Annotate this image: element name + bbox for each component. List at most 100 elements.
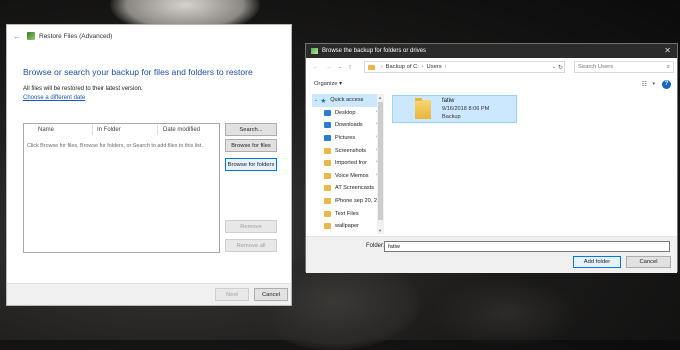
backup-app-icon [27, 32, 35, 40]
folder-content-pane: fatiw 9/16/2018 8:06 PM Backup [388, 94, 673, 234]
nav-item-desktop[interactable]: Desktop ✎ [312, 107, 382, 120]
browse-folders-button[interactable]: Browse for folders [225, 158, 277, 171]
nav-item-label: Desktop [335, 109, 356, 116]
nav-item-voice-memos[interactable]: Voice Memos ✎ [312, 170, 382, 183]
folder-item-fatiw[interactable]: fatiw 9/16/2018 8:06 PM Backup [392, 95, 517, 123]
scroll-up-icon[interactable]: ▲ [378, 95, 382, 100]
browse-titlebar: Browse the backup for folders or drives … [306, 44, 677, 58]
search-placeholder: Search Users [578, 64, 614, 70]
browse-files-button[interactable]: Browse for files [225, 139, 277, 152]
column-header-name[interactable]: Name [38, 127, 54, 133]
nav-item-label: Quick access [330, 97, 364, 104]
back-arrow-icon[interactable]: ← [13, 32, 21, 41]
search-button[interactable]: Search... [225, 123, 277, 136]
chevron-right-icon[interactable]: › [445, 64, 447, 70]
folder-type: Backup [442, 114, 461, 120]
folder-name: fatiw [442, 98, 455, 104]
close-icon[interactable]: ✕ [664, 46, 671, 55]
organize-menu[interactable]: Organize ▾ [314, 81, 342, 87]
restore-cancel-button[interactable]: Cancel [254, 288, 288, 301]
nav-item-iphone[interactable]: iPhone sep 20, 2( [312, 195, 382, 208]
folder-field[interactable]: fatiw [384, 241, 670, 252]
nav-item-label: wallpaper [335, 223, 359, 230]
column-header-in-folder[interactable]: In Folder [97, 127, 121, 133]
back-icon[interactable]: ← [312, 64, 319, 71]
column-divider [92, 125, 93, 135]
chevron-right-icon[interactable]: › [422, 64, 424, 70]
chevron-down-icon[interactable]: ⌄ [552, 64, 556, 70]
folder-field-label: Folder: [366, 243, 385, 249]
remove-all-button[interactable]: Remove all [225, 239, 277, 252]
nav-item-label: Voice Memos [335, 172, 369, 179]
folder-icon [324, 198, 331, 205]
nav-item-quick-access[interactable]: ⌄ ★ Quick access [312, 94, 382, 107]
breadcrumb-users[interactable]: Users [427, 64, 442, 70]
folder-icon [324, 160, 331, 167]
restore-titlebar: ← Restore Files (Advanced) [7, 25, 291, 47]
nav-item-screenshots[interactable]: Screenshots ✎ [312, 144, 382, 157]
restore-files-window: ← Restore Files (Advanced) Browse or sea… [6, 24, 292, 306]
nav-item-pictures[interactable]: Pictures ✎ [312, 132, 382, 145]
restore-footer: Next Cancel [7, 283, 291, 305]
folder-icon [324, 172, 331, 179]
restore-window-title: Restore Files (Advanced) [39, 32, 113, 40]
nav-item-text-files[interactable]: Text Files [312, 207, 382, 220]
view-options-icon[interactable]: ☷ [642, 81, 647, 88]
chevron-down-icon[interactable]: ⌄ [314, 97, 318, 103]
remove-button[interactable]: Remove [225, 220, 277, 233]
pictures-icon [324, 135, 331, 142]
search-input[interactable]: Search Users ⌕ [574, 61, 674, 73]
column-header-date-modified[interactable]: Date modified [163, 127, 200, 133]
restore-subtitle: All files will be restored to their late… [23, 86, 143, 92]
nav-item-downloads[interactable]: Downloads ✎ [312, 119, 382, 132]
next-button[interactable]: Next [215, 288, 249, 301]
nav-item-label: Downloads [335, 122, 363, 129]
nav-item-label: Imported fror [335, 160, 368, 167]
navigation-bar: ← → ⌄ ↑ › Backup of C: › Users › ⌄ ↻ Sea… [306, 58, 677, 76]
nav-item-label: Screenshots [335, 147, 367, 154]
breadcrumb-backup[interactable]: Backup of C: [386, 64, 419, 70]
browse-dialog-title: Browse the backup for folders or drives [322, 48, 427, 54]
nav-item-imported[interactable]: Imported fror ✎ [312, 157, 382, 170]
choose-date-link[interactable]: Choose a different date [23, 95, 85, 101]
folder-icon [324, 185, 331, 192]
refresh-icon[interactable]: ↻ [558, 64, 563, 71]
nav-item-label: Pictures [335, 135, 356, 142]
downloads-icon [324, 122, 331, 129]
navigation-scrollbar[interactable]: ▲ ▼ [377, 94, 384, 234]
scrollbar-thumb[interactable] [378, 102, 383, 220]
scroll-down-icon[interactable]: ▼ [378, 228, 382, 233]
star-icon: ★ [320, 98, 327, 106]
nav-item-wallpaper[interactable]: wallpaper [312, 220, 382, 233]
chevron-down-icon[interactable]: ▾ [652, 81, 655, 87]
desktop-icon [324, 109, 331, 116]
folder-icon [368, 64, 375, 70]
folder-icon [324, 147, 331, 154]
nav-item-label: Text Files [335, 210, 359, 217]
recent-locations-icon[interactable]: ⌄ [338, 64, 342, 70]
folder-date: 9/16/2018 8:06 PM [442, 106, 490, 112]
browse-folders-dialog: Browse the backup for folders or drives … [305, 43, 678, 273]
nav-item-label: iPhone sep 20, 2( [335, 198, 379, 205]
chevron-right-icon[interactable]: › [381, 64, 383, 70]
browse-footer: Folder: fatiw Add folder Cancel [306, 236, 677, 273]
browse-cancel-button[interactable]: Cancel [626, 256, 671, 268]
restore-file-list[interactable]: Name In Folder Date modified Click Brows… [23, 123, 220, 253]
restore-heading: Browse or search your backup for files a… [23, 67, 253, 77]
nav-item-at-screencasts[interactable]: AT Screencasts [312, 182, 382, 195]
search-icon[interactable]: ⌕ [667, 64, 670, 71]
folder-icon [324, 210, 331, 217]
nav-item-label: AT Screencasts [335, 185, 374, 192]
up-icon[interactable]: ↑ [348, 64, 352, 71]
backup-app-icon [311, 48, 318, 54]
folder-icon [324, 223, 331, 230]
navigation-pane: ⌄ ★ Quick access Desktop ✎ Downloads ✎ P… [312, 94, 382, 234]
empty-list-hint: Click Browse for files, Browse for folde… [27, 143, 203, 149]
background-pumpkin-right [430, 278, 580, 348]
folder-icon [415, 98, 431, 119]
add-folder-button[interactable]: Add folder [573, 256, 621, 268]
help-icon[interactable]: ? [662, 79, 671, 89]
forward-icon[interactable]: → [325, 64, 332, 71]
command-bar: Organize ▾ ☷ ▾ ? [306, 76, 677, 92]
address-bar[interactable]: › Backup of C: › Users › ⌄ ↻ [364, 61, 565, 73]
